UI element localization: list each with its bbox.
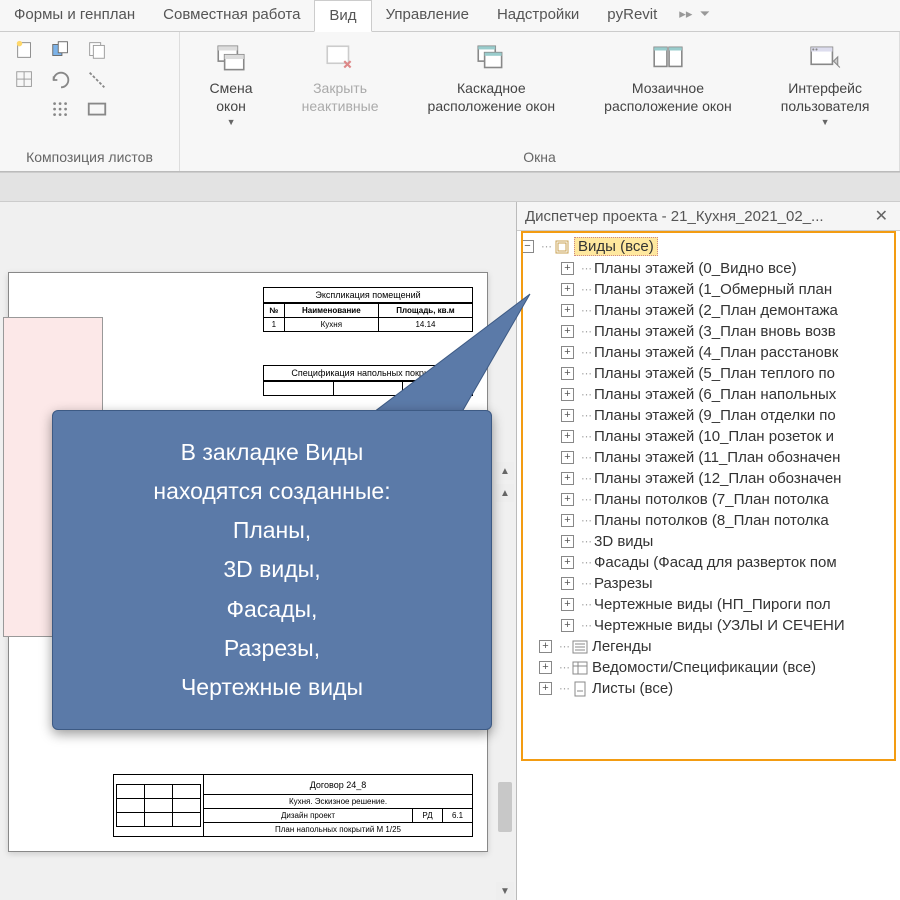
expand-icon[interactable] — [539, 661, 552, 674]
expand-icon[interactable] — [561, 577, 574, 590]
expand-icon[interactable] — [561, 325, 574, 338]
expand-icon[interactable] — [561, 304, 574, 317]
project-browser-panel: Диспетчер проекта - 21_Кухня_2021_02_...… — [516, 202, 900, 900]
close-inactive-button: Закрыть неактивные — [296, 40, 385, 117]
expand-icon[interactable] — [561, 472, 574, 485]
tree-view-item[interactable]: ⋯Планы этажей (3_План вновь возв — [517, 321, 900, 342]
titleblock: Договор 24_8 Кухня. Эскизное решение. Ди… — [113, 774, 473, 837]
tree-view-item[interactable]: ⋯Планы потолков (7_План потолка — [517, 489, 900, 510]
tree-view-item[interactable]: ⋯Планы этажей (0_Видно все) — [517, 258, 900, 279]
tree-view-item[interactable]: ⋯Планы этажей (12_План обозначен — [517, 468, 900, 489]
panel-title: Диспетчер проекта - 21_Кухня_2021_02_... — [525, 208, 871, 225]
tree-view-item[interactable]: ⋯Планы этажей (4_План расстановк — [517, 342, 900, 363]
tree-view-item[interactable]: ⋯Планы этажей (5_План теплого по — [517, 363, 900, 384]
expand-icon[interactable] — [561, 283, 574, 296]
group-sheets-label: Композиция листов — [8, 147, 171, 167]
user-interface-button[interactable]: Интерфейс пользователя ▼ — [775, 40, 876, 129]
tree-view-item[interactable]: ⋯Планы этажей (11_План обозначен — [517, 447, 900, 468]
expand-icon[interactable] — [561, 619, 574, 632]
tree-view-item[interactable]: ⋯3D виды — [517, 531, 900, 552]
expand-icon[interactable] — [539, 640, 552, 653]
tree-view-item[interactable]: ⋯Планы этажей (2_План демонтажа — [517, 300, 900, 321]
project-tree[interactable]: ⋯ Виды (все) ⋯Планы этажей (0_Видно все)… — [517, 231, 900, 900]
expand-icon[interactable] — [539, 682, 552, 695]
collapse-icon[interactable] — [521, 240, 534, 253]
tab-overflow[interactable]: ▸▸ ⏷ — [671, 0, 718, 31]
tree-schedules[interactable]: ⋯ Ведомости/Спецификации (все) — [517, 657, 900, 678]
tree-view-item[interactable]: ⋯Чертежные виды (УЗЛЫ И СЕЧЕНИ — [517, 615, 900, 636]
tutorial-callout: В закладке Виды находятся созданные: Пла… — [52, 410, 492, 730]
expand-icon[interactable] — [561, 451, 574, 464]
ribbon-body: Композиция листов Смена окон ▼ Закрыть н… — [0, 32, 900, 172]
expand-icon[interactable] — [561, 409, 574, 422]
schedule1-title: Экспликация помещений — [263, 287, 473, 303]
sheet-grid-icon[interactable] — [44, 96, 78, 124]
tab-pyrevit[interactable]: pyRevit — [593, 0, 671, 31]
cascade-button[interactable]: Каскадное расположение окон — [422, 40, 562, 117]
sheet-guide-icon[interactable] — [8, 66, 42, 94]
expand-icon[interactable] — [561, 430, 574, 443]
tree-view-item[interactable]: ⋯Планы этажей (9_План отделки по — [517, 405, 900, 426]
tab-collab[interactable]: Совместная работа — [149, 0, 314, 31]
ribbon-tabs: Формы и генплан Совместная работа Вид Уп… — [0, 0, 900, 32]
tree-sheets[interactable]: ⋯ Листы (все) — [517, 678, 900, 699]
chevron-down-icon: ▼ — [227, 117, 236, 127]
expand-icon[interactable] — [561, 262, 574, 275]
tree-view-item[interactable]: ⋯Планы потолков (8_План потолка — [517, 510, 900, 531]
sheet-revision-icon[interactable] — [44, 66, 78, 94]
tile-button[interactable]: Мозаичное расположение окон — [598, 40, 738, 117]
group-windows-label: Окна — [188, 147, 891, 167]
expand-icon[interactable] — [561, 535, 574, 548]
sheet-new-icon[interactable] — [8, 36, 42, 64]
sheet-icon — [572, 681, 588, 697]
schedule2-title: Спецификация напольных покрытий — [263, 365, 473, 381]
sheet-dup-icon[interactable] — [44, 36, 78, 64]
tree-view-item[interactable]: ⋯Планы этажей (6_План напольных — [517, 384, 900, 405]
legend-icon — [572, 639, 588, 655]
switch-windows-button[interactable]: Смена окон ▼ — [204, 40, 259, 129]
tree-view-item[interactable]: ⋯Чертежные виды (НП_Пироги пол — [517, 594, 900, 615]
expand-icon[interactable] — [561, 598, 574, 611]
tree-view-item[interactable]: ⋯Разрезы — [517, 573, 900, 594]
tree-root-views[interactable]: ⋯ Виды (все) — [517, 235, 900, 258]
tree-view-item[interactable]: ⋯Планы этажей (10_План розеток и — [517, 426, 900, 447]
sheet-matchline-icon[interactable] — [80, 66, 114, 94]
expand-icon[interactable] — [561, 556, 574, 569]
expand-icon[interactable] — [561, 514, 574, 527]
sheet-viewport-icon[interactable] — [80, 96, 114, 124]
expand-icon[interactable] — [561, 388, 574, 401]
tab-manage[interactable]: Управление — [372, 0, 483, 31]
expand-icon[interactable] — [561, 493, 574, 506]
chevron-down-icon: ▼ — [821, 117, 830, 127]
scrollbar-vertical[interactable]: ▲ ≡ ▲ ▼ — [496, 462, 514, 900]
expand-icon[interactable] — [561, 367, 574, 380]
tree-view-item[interactable]: ⋯Фасады (Фасад для разверток пом — [517, 552, 900, 573]
schedule-icon — [572, 660, 588, 676]
close-icon[interactable]: ✕ — [871, 206, 892, 226]
views-icon — [554, 239, 570, 255]
tree-legends[interactable]: ⋯ Легенды — [517, 636, 900, 657]
tab-addins[interactable]: Надстройки — [483, 0, 593, 31]
tab-view[interactable]: Вид — [314, 0, 371, 32]
tab-forms[interactable]: Формы и генплан — [0, 0, 149, 31]
sheet-copy-icon[interactable] — [80, 36, 114, 64]
expand-icon[interactable] — [561, 346, 574, 359]
tree-view-item[interactable]: ⋯Планы этажей (1_Обмерный план — [517, 279, 900, 300]
